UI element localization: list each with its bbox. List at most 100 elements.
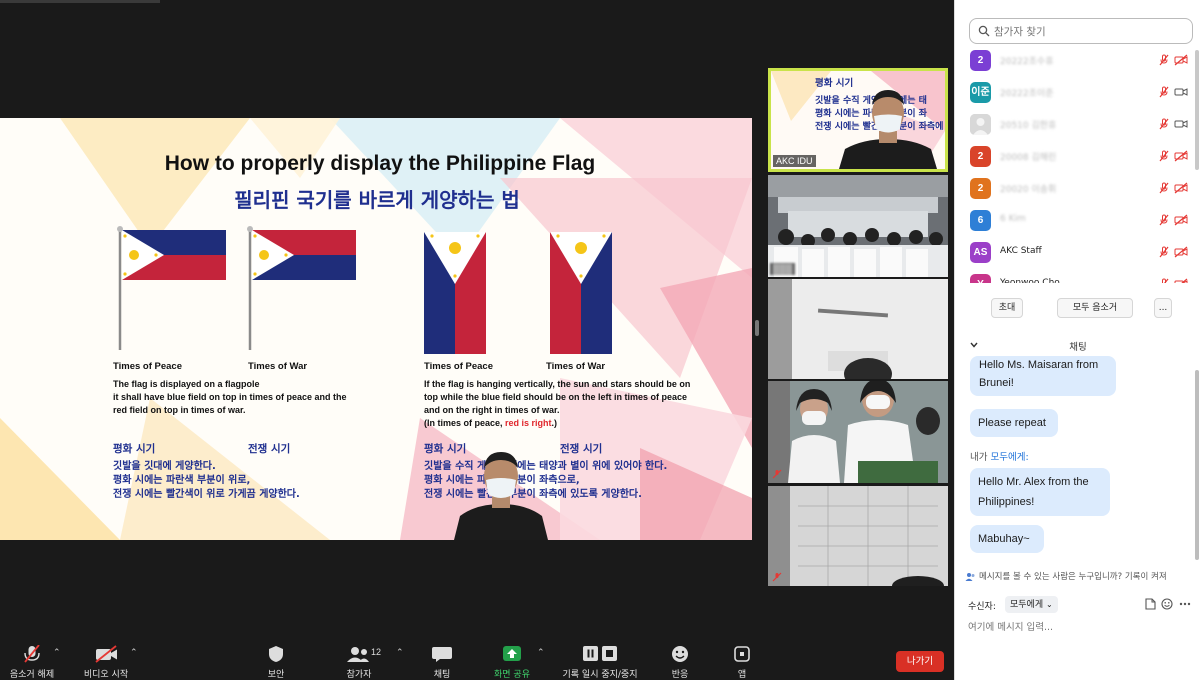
participant-row[interactable]: 6 6 Kim: [955, 205, 1200, 237]
shield-icon: [269, 646, 283, 662]
participant-row[interactable]: 2 20008 김해린: [955, 141, 1200, 173]
participant-name: 6 Kim: [1000, 214, 1026, 224]
share-screen-icon: [503, 646, 521, 661]
chat-message-line: Hello Ms. Maisaran from: [979, 359, 1099, 371]
more-icon[interactable]: [1179, 598, 1191, 610]
muted-mic-icon[interactable]: [1158, 54, 1170, 66]
tile-presenter: [839, 90, 937, 169]
muted-mic-icon[interactable]: [1158, 278, 1170, 283]
muted-mic-icon[interactable]: [1158, 246, 1170, 258]
recording-controls[interactable]: 기록 일시 중지/중지: [563, 640, 638, 680]
participants-button[interactable]: 참가자: [341, 640, 377, 680]
security-button[interactable]: 보안: [258, 640, 294, 680]
video-off-icon: [95, 645, 117, 663]
video-tile-ceiling[interactable]: [768, 279, 948, 379]
video-icon[interactable]: [1174, 118, 1188, 130]
participant-row[interactable]: 2 20020 이송휘: [955, 173, 1200, 205]
description-right: If the flag is hanging vertically, the s…: [424, 378, 724, 430]
default-avatar-icon: [970, 114, 991, 135]
description-right-last-line: (In times of peace, red is right.): [424, 417, 724, 430]
participant-row[interactable]: Y Yeonwoo Cho: [955, 269, 1200, 283]
chat-message-line: Hello Mr. Alex from the: [978, 476, 1089, 488]
video-tile-students[interactable]: [768, 381, 948, 483]
mute-all-button[interactable]: 모두 음소거: [1057, 298, 1133, 318]
chat-scrollbar[interactable]: [1195, 370, 1199, 560]
avatar: AS: [970, 242, 991, 263]
muted-mic-icon[interactable]: [1158, 86, 1170, 98]
leave-button[interactable]: 나가기: [896, 651, 944, 672]
people-icon: [965, 572, 975, 581]
meeting-toolbar: 음소거 해제 ⌃ 비디오 시작 ⌃ 보안 참가자 12 ⌃ 채팅 화면 공유 ⌃: [0, 640, 954, 680]
slide-title-korean: 필리핀 국기를 바르게 게양하는 법: [234, 188, 520, 212]
avatar: Y: [970, 274, 991, 283]
participant-row[interactable]: AS AKC Staff: [955, 237, 1200, 269]
avatar: 6: [970, 210, 991, 231]
splitter-handle[interactable]: [755, 320, 759, 336]
video-tile-notebook[interactable]: [768, 486, 948, 586]
unmute-label: 음소거 해제: [9, 670, 55, 680]
video-tile-active-speaker[interactable]: 평화 시기 깃발을 수직 게양할 때에는 태 평화 시에는 파란색 부분이 좌 …: [768, 68, 948, 172]
description-right-line: top while the blue field should be on th…: [424, 392, 688, 402]
caption-left-peace: Times of Peace: [113, 361, 183, 372]
emoji-icon[interactable]: [1161, 598, 1173, 610]
presenter-video-overlay: [454, 452, 548, 540]
video-off-icon[interactable]: [1174, 278, 1188, 283]
video-off-icon[interactable]: [1174, 214, 1188, 226]
apps-button[interactable]: 앱: [724, 640, 760, 680]
chat-message-line: Brunei!: [979, 377, 1014, 389]
korean-heading-left-peace: 평화 시기: [113, 443, 156, 455]
participant-row[interactable]: 20510 김한휴: [955, 109, 1200, 141]
video-off-icon[interactable]: [1174, 54, 1188, 66]
caption-left-war: Times of War: [248, 361, 308, 372]
more-options-button[interactable]: ...: [1154, 298, 1172, 318]
recipient-select[interactable]: 모두에게 ⌄: [1005, 596, 1058, 613]
search-icon: [978, 25, 990, 37]
share-options-caret-icon[interactable]: ⌃: [537, 648, 545, 658]
participant-row[interactable]: 2 20222조수휴: [955, 45, 1200, 77]
video-off-icon[interactable]: [1174, 182, 1188, 194]
participant-list-scrollbar[interactable]: [1195, 50, 1199, 170]
recipient-link[interactable]: 모두에게:: [991, 452, 1029, 463]
chat-button[interactable]: 채팅: [424, 640, 460, 680]
flag-peace-on-pole: [117, 226, 226, 350]
description-left-line: it shall have blue field on top in times…: [113, 392, 347, 402]
muted-mic-icon[interactable]: [1158, 150, 1170, 162]
audio-options-caret-icon[interactable]: ⌃: [53, 648, 61, 658]
search-input[interactable]: [994, 23, 1184, 40]
chat-visibility-note[interactable]: 메시지를 볼 수 있는 사람은 누구입니까? 기록이 켜져: [965, 570, 1200, 584]
video-off-icon[interactable]: [1174, 150, 1188, 162]
muted-mic-icon[interactable]: [1158, 118, 1170, 130]
students-video: [768, 381, 948, 483]
video-options-caret-icon[interactable]: ⌃: [130, 648, 138, 658]
korean-heading-right-war: 전쟁 시기: [560, 443, 603, 455]
avatar: 2: [970, 50, 991, 71]
video-off-icon[interactable]: [1174, 246, 1188, 258]
side-panel: 220222조수휴이준20222조이준20510 김한휴220008 김해린22…: [954, 0, 1200, 680]
zoom-meeting-window: How to properly display the Philippine F…: [0, 0, 1200, 680]
muted-mic-icon[interactable]: [1158, 214, 1170, 226]
chat-title: 채팅: [1069, 342, 1087, 353]
caption-right-war: Times of War: [546, 361, 606, 372]
invite-button[interactable]: 초대: [991, 298, 1023, 318]
participant-search[interactable]: [969, 18, 1193, 44]
video-icon[interactable]: [1174, 86, 1188, 98]
korean-body-line: 평화 시에는 파란색 부분이 위로,: [113, 475, 251, 486]
participants-options-caret-icon[interactable]: ⌃: [396, 648, 404, 658]
reactions-button[interactable]: 반응: [662, 640, 698, 680]
unmute-button[interactable]: 음소거 해제: [10, 640, 54, 680]
video-tile-classroom[interactable]: ███: [768, 175, 948, 277]
desc-red-emphasis: red is right: [505, 418, 552, 428]
start-video-button[interactable]: 비디오 시작: [84, 640, 128, 680]
chat-message-line: Please repeat: [978, 417, 1046, 429]
muted-mic-icon: [772, 572, 782, 582]
participant-actions: 초대 모두 음소거 ...: [955, 298, 1200, 320]
chat-message-input[interactable]: [968, 619, 1188, 635]
description-right-line: and on the right in times of war.: [424, 405, 560, 415]
share-screen-button[interactable]: 화면 공유: [494, 640, 530, 680]
file-icon[interactable]: [1145, 598, 1156, 610]
avatar: 2: [970, 146, 991, 167]
chat-message: Please repeat: [970, 409, 1058, 437]
participant-row[interactable]: 이준 20222조이준: [955, 77, 1200, 109]
slide-title-english: How to properly display the Philippine F…: [164, 152, 596, 175]
muted-mic-icon[interactable]: [1158, 182, 1170, 194]
